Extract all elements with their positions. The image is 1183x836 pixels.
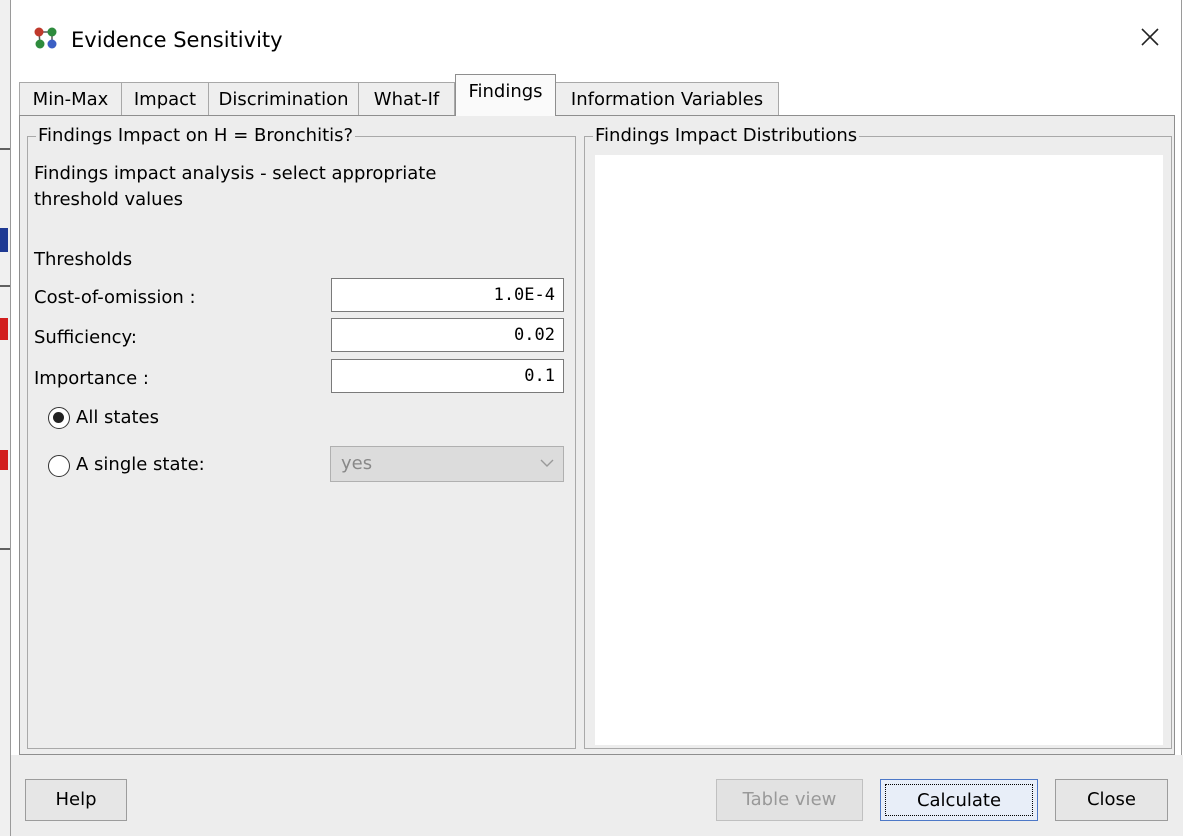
radio-selected-dot [53,412,64,423]
sufficiency-field[interactable]: 0.02 [331,318,564,352]
all-states-radio[interactable] [48,407,70,429]
table-view-button[interactable]: Table view [716,779,863,821]
cost-of-omission-label: Cost-of-omission : [34,287,196,308]
network-nodes-icon [34,27,57,49]
background-blue-mark [0,228,8,252]
tab-discrimination[interactable]: Discrimination [208,82,359,116]
findings-impact-distributions-group: Findings Impact Distributions [584,126,1172,749]
distributions-group-title: Findings Impact Distributions [593,125,860,146]
tab-what-if[interactable]: What-If [358,82,455,116]
close-button[interactable]: Close [1055,779,1168,821]
all-states-label: All states [76,407,160,428]
single-state-select[interactable]: yes [330,446,564,482]
description-text: Findings impact analysis - select approp… [34,163,437,184]
cost-of-omission-field[interactable]: 1.0E-4 [331,278,564,312]
single-state-label: A single state: [76,454,205,475]
calculate-button-label: Calculate [885,784,1033,816]
dialog-footer: Help Table view Calculate Close [11,755,1183,836]
chevron-down-icon [540,459,554,467]
background-line [0,148,10,150]
tab-min-max[interactable]: Min-Max [19,82,122,116]
single-state-select-value: yes [341,453,373,474]
calculate-button[interactable]: Calculate [880,779,1038,821]
tab-information-variables[interactable]: Information Variables [555,82,779,116]
window-title: Evidence Sensitivity [71,28,283,52]
description-text: threshold values [34,189,184,210]
importance-label: Importance : [34,368,149,389]
background-red-mark [0,318,8,340]
background-window-edge [0,0,10,836]
thresholds-heading: Thresholds [34,249,133,270]
findings-impact-group: Findings Impact on H = Bronchitis? Findi… [27,126,576,749]
background-line [0,548,10,550]
title-bar: Evidence Sensitivity [11,0,1181,72]
tab-impact[interactable]: Impact [121,82,209,116]
findings-tab-content: Findings Impact on H = Bronchitis? Findi… [19,115,1175,755]
evidence-sensitivity-dialog: Evidence Sensitivity Min-Max Impact Disc… [10,0,1183,836]
background-red-mark [0,450,8,470]
sufficiency-label: Sufficiency: [34,327,137,348]
close-icon[interactable] [1133,20,1167,54]
distributions-display-area [595,155,1163,745]
tab-findings[interactable]: Findings [455,74,556,116]
single-state-radio[interactable] [48,455,70,477]
importance-field[interactable]: 0.1 [331,359,564,393]
background-line [0,285,10,287]
help-button[interactable]: Help [25,779,127,821]
findings-impact-group-title: Findings Impact on H = Bronchitis? [36,125,356,146]
